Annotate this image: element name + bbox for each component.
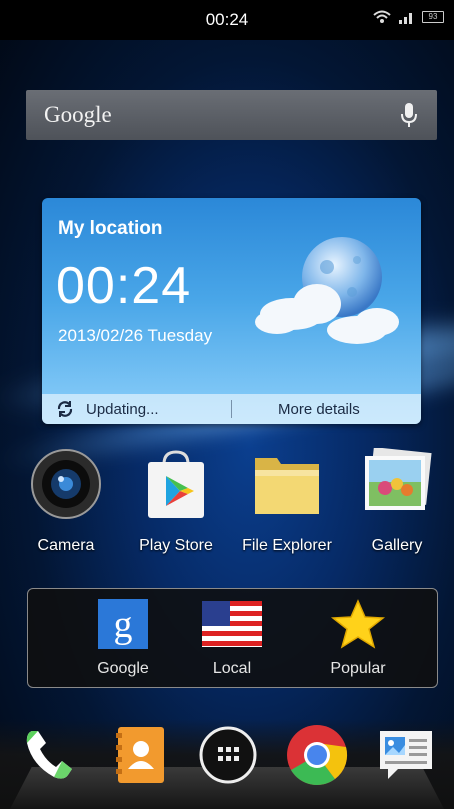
- app-label: Play Store: [139, 537, 213, 554]
- svg-text:g: g: [114, 604, 133, 646]
- star-icon: [330, 599, 386, 649]
- app-row: Camera Play Store File Explorer Gallery: [0, 447, 454, 558]
- more-details-link[interactable]: More details: [278, 401, 360, 418]
- shortcut-folder: g Google Local Popular: [27, 588, 438, 688]
- chrome-icon[interactable]: [285, 723, 349, 787]
- widget-date: 2013/02/26 Tuesday: [58, 326, 213, 345]
- app-label: File Explorer: [242, 537, 332, 554]
- wifi-icon: [373, 10, 391, 23]
- contacts-icon[interactable]: [108, 723, 172, 787]
- app-camera[interactable]: Camera: [11, 448, 121, 555]
- status-bar[interactable]: 00:24 93: [0, 0, 454, 40]
- status-time: 00:24: [205, 10, 249, 29]
- microphone-icon[interactable]: [401, 103, 417, 127]
- update-status: Updating...: [86, 400, 159, 418]
- app-label: Gallery: [371, 537, 423, 554]
- weather-clock-widget[interactable]: My location 00:24 2013/02/26 Tuesday Upd…: [42, 198, 421, 424]
- status-icons: 93: [372, 10, 444, 24]
- refresh-button[interactable]: Updating...: [42, 400, 231, 418]
- app-play-store[interactable]: Play Store: [121, 448, 231, 555]
- google-icon: g: [98, 599, 148, 649]
- phone-icon[interactable]: [18, 723, 82, 787]
- moon-cloud-icon: [255, 237, 399, 344]
- folder-item-label: Local: [212, 660, 252, 677]
- refresh-icon: [57, 401, 73, 417]
- app-label: Camera: [37, 537, 95, 554]
- messaging-icon[interactable]: [374, 723, 438, 787]
- home-screen: 00:24 93 Google My location 00:24 2013/0…: [0, 0, 454, 809]
- camera-icon: [31, 449, 101, 519]
- folder-item-label: Popular: [330, 660, 386, 677]
- weather-location: My location: [58, 218, 163, 239]
- folder-item-google[interactable]: g Google: [63, 599, 183, 678]
- folder-item-label: Google: [97, 660, 149, 677]
- signal-icon: [399, 13, 412, 24]
- play-store-icon: [148, 450, 204, 518]
- google-search-bar[interactable]: Google: [26, 90, 437, 140]
- battery-icon: 93: [422, 11, 444, 23]
- us-flag-icon: [202, 601, 262, 647]
- widget-clock: 00:24: [56, 257, 192, 315]
- weather-widget-footer: Updating... More details: [42, 394, 421, 424]
- dock: [0, 719, 454, 809]
- folder-item-popular[interactable]: Popular: [298, 599, 418, 678]
- folder-icon: [255, 458, 319, 514]
- gallery-icon: [365, 447, 432, 510]
- folder-item-local[interactable]: Local: [172, 599, 292, 678]
- footer-divider: [231, 400, 232, 418]
- app-drawer-icon[interactable]: [196, 723, 260, 787]
- app-gallery[interactable]: Gallery: [342, 447, 452, 555]
- app-file-explorer[interactable]: File Explorer: [232, 448, 342, 555]
- google-search-label: Google: [44, 102, 112, 127]
